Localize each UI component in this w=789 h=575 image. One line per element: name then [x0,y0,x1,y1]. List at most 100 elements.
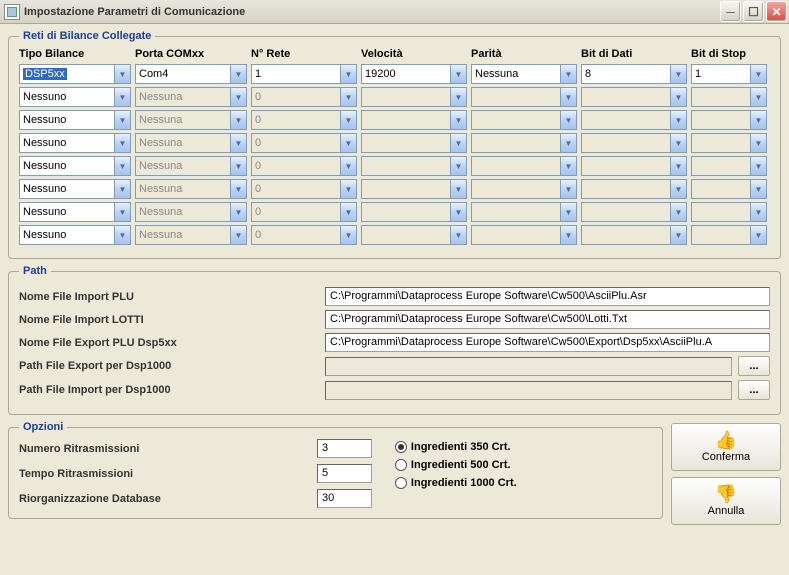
dropdown-arrow-icon: ▼ [230,157,246,175]
rete-combo[interactable]: 0▼ [251,110,357,130]
tipo-combo[interactable]: Nessuno▼ [19,202,131,222]
rete-combo[interactable]: 1▼ [251,64,357,84]
path-row: Nome File Export PLU Dsp5xxC:\Programmi\… [19,333,770,352]
dati-combo[interactable]: ▼ [581,202,687,222]
cancel-label: Annulla [708,505,745,517]
dati-combo[interactable]: ▼ [581,87,687,107]
tipo-combo[interactable]: Nessuno▼ [19,156,131,176]
stop-combo[interactable]: ▼ [691,225,767,245]
porta-combo[interactable]: Com4▼ [135,64,247,84]
option-input[interactable]: 5 [317,464,372,483]
rete-combo[interactable]: 0▼ [251,225,357,245]
dropdown-arrow-icon: ▼ [670,111,686,129]
stop-combo[interactable]: ▼ [691,133,767,153]
dropdown-arrow-icon: ▼ [670,226,686,244]
reti-row: Nessuno▼Nessuna▼0▼▼▼▼▼ [19,202,770,222]
tipo-combo[interactable]: Nessuno▼ [19,179,131,199]
dropdown-arrow-icon: ▼ [750,180,766,198]
dropdown-arrow-icon: ▼ [114,203,130,221]
rete-combo[interactable]: 0▼ [251,202,357,222]
stop-combo[interactable]: ▼ [691,110,767,130]
thumbs-up-icon: 👍 [715,431,737,449]
parita-combo[interactable]: ▼ [471,87,577,107]
radio-row[interactable]: Ingredienti 1000 Crt. [395,477,652,489]
minimize-button[interactable]: ─ [720,1,741,22]
path-row: Nome File Import LOTTIC:\Programmi\Datap… [19,310,770,329]
col-stop: Bit di Stop [691,48,767,60]
porta-combo[interactable]: Nessuna▼ [135,179,247,199]
rete-combo[interactable]: 0▼ [251,179,357,199]
stop-combo[interactable]: 1▼ [691,64,767,84]
radio-row[interactable]: Ingredienti 500 Crt. [395,459,652,471]
rete-value: 1 [255,68,261,80]
browse-button[interactable]: ... [738,380,770,400]
porta-value: Nessuna [139,160,182,172]
rete-combo[interactable]: 0▼ [251,133,357,153]
parita-combo[interactable]: ▼ [471,110,577,130]
porta-combo[interactable]: Nessuna▼ [135,225,247,245]
path-legend: Path [19,265,51,277]
porta-combo[interactable]: Nessuna▼ [135,110,247,130]
velocita-combo[interactable]: 19200▼ [361,64,467,84]
velocita-combo[interactable]: ▼ [361,87,467,107]
confirm-button[interactable]: 👍 Conferma [671,423,781,471]
path-input[interactable]: C:\Programmi\Dataprocess Europe Software… [325,310,770,329]
porta-combo[interactable]: Nessuna▼ [135,87,247,107]
porta-combo[interactable]: Nessuna▼ [135,133,247,153]
stop-combo[interactable]: ▼ [691,179,767,199]
velocita-combo[interactable]: ▼ [361,133,467,153]
dropdown-arrow-icon: ▼ [750,65,766,83]
dropdown-arrow-icon: ▼ [450,111,466,129]
reti-row: Nessuno▼Nessuna▼0▼ ▼ ▼ ▼ ▼ [19,110,770,130]
rete-value: 0 [255,183,261,195]
velocita-combo[interactable]: ▼ [361,202,467,222]
parita-combo[interactable]: ▼ [471,156,577,176]
close-button[interactable]: ✕ [766,1,787,22]
parita-combo[interactable]: ▼ [471,133,577,153]
velocita-combo[interactable]: ▼ [361,179,467,199]
rete-combo[interactable]: 0▼ [251,156,357,176]
dropdown-arrow-icon: ▼ [114,134,130,152]
tipo-value: Nessuno [23,137,66,149]
porta-combo[interactable]: Nessuna ▼ [135,156,247,176]
opzioni-legend: Opzioni [19,421,67,433]
radio-icon [395,477,407,489]
path-input[interactable]: C:\Programmi\Dataprocess Europe Software… [325,333,770,352]
parita-combo[interactable]: ▼ [471,202,577,222]
parita-combo[interactable]: Nessuna▼ [471,64,577,84]
velocita-combo[interactable]: ▼ [361,225,467,245]
dati-combo[interactable]: ▼ [581,156,687,176]
tipo-combo[interactable]: DSP5xx▼ [19,64,131,84]
dropdown-arrow-icon: ▼ [670,65,686,83]
rete-combo[interactable]: 0▼ [251,87,357,107]
tipo-combo[interactable]: Nessuno▼ [19,110,131,130]
velocita-combo[interactable]: ▼ [361,110,467,130]
dropdown-arrow-icon: ▼ [750,226,766,244]
parita-combo[interactable]: ▼ [471,179,577,199]
dati-combo[interactable]: ▼ [581,225,687,245]
dati-combo[interactable]: ▼ [581,179,687,199]
stop-combo[interactable]: ▼ [691,87,767,107]
path-input[interactable]: C:\Programmi\Dataprocess Europe Software… [325,287,770,306]
dati-combo[interactable]: 8▼ [581,64,687,84]
option-row: Numero Ritrasmissioni3 [19,439,379,458]
tipo-combo[interactable]: Nessuno▼ [19,225,131,245]
stop-combo[interactable]: ▼ [691,202,767,222]
tipo-value: Nessuno [23,183,66,195]
browse-button[interactable]: ... [738,356,770,376]
porta-combo[interactable]: Nessuna▼ [135,202,247,222]
dropdown-arrow-icon: ▼ [450,134,466,152]
option-input[interactable]: 3 [317,439,372,458]
radio-row[interactable]: Ingredienti 350 Crt. [395,441,652,453]
tipo-combo[interactable]: Nessuno ▼ [19,133,131,153]
tipo-combo[interactable]: Nessuno▼ [19,87,131,107]
cancel-button[interactable]: 👎 Annulla [671,477,781,525]
maximize-button[interactable]: ☐ [743,1,764,22]
velocita-combo[interactable]: ▼ [361,156,467,176]
option-input[interactable]: 30 [317,489,372,508]
dati-combo[interactable]: ▼ [581,133,687,153]
stop-combo[interactable]: ▼ [691,156,767,176]
dati-combo[interactable]: ▼ [581,110,687,130]
porta-value: Nessuna [139,91,182,103]
parita-combo[interactable]: ▼ [471,225,577,245]
